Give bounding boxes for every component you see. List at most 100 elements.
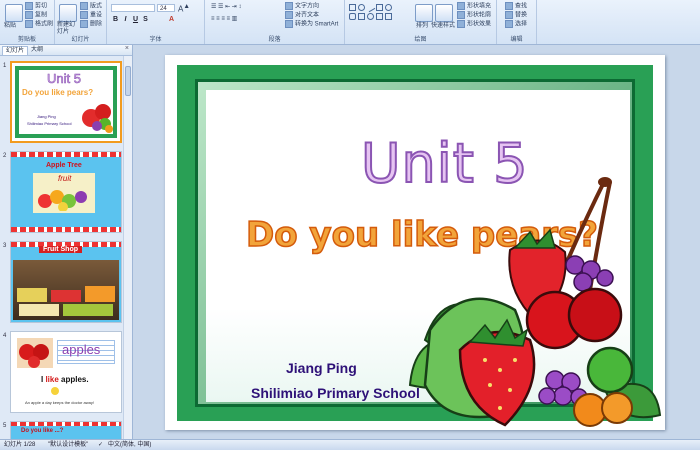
paste-button[interactable]: 粘贴 [4, 22, 16, 30]
layout-button[interactable]: 版式 [80, 2, 102, 11]
thumb-fruit-basket-image: fruit [33, 173, 95, 213]
arrange-button[interactable]: 排列 [416, 22, 428, 30]
cut-button[interactable]: 剪切 [25, 2, 47, 11]
arrow-shape-icon[interactable] [358, 13, 365, 20]
bold-button[interactable]: B [111, 15, 120, 24]
thumb-word: fruit [58, 174, 72, 183]
replace-button[interactable]: 替换 [505, 11, 527, 20]
paragraph-group: ☰ ☰ ⇤ ⇥ ↕ ≡ ≡ ≡ ≡ ▥ 文字方向 对齐文本 转换为 SmartA… [205, 0, 345, 44]
thumb-title: Unit 5 [47, 71, 82, 87]
scissors-icon [25, 2, 33, 10]
quick-styles-icon[interactable] [435, 4, 453, 22]
slide-number: 5 [3, 423, 7, 429]
bullets-button[interactable]: ☰ ☰ ⇤ ⇥ ↕ [211, 3, 241, 11]
thumb-apples-photo [17, 338, 53, 368]
slide-author[interactable]: Jiang Ping [286, 360, 357, 376]
slide-thumbnail-1[interactable]: Unit 5 Do you like pears? Jiang Ping Shi… [10, 61, 122, 143]
select-icon [505, 20, 513, 28]
text-direction-icon [285, 2, 293, 10]
new-slide-icon[interactable] [59, 4, 77, 22]
pane-scrollbar[interactable] [123, 56, 132, 439]
slide-thumbnail-5[interactable]: Do you like ...? [10, 421, 122, 441]
thumb-school: Shilimiao Primary School [27, 121, 72, 126]
font-name-combo[interactable] [111, 4, 155, 12]
rectangle-shape-icon[interactable] [349, 4, 356, 11]
grow-font-button[interactable]: A▲ [178, 3, 190, 14]
drawing-group-label: 绘图 [414, 37, 427, 43]
slide-thumbnail-3[interactable]: Fruit Shop [10, 241, 122, 323]
reset-button[interactable]: 重设 [80, 11, 102, 20]
outline-icon [457, 11, 465, 19]
slide-editing-area: Unit 5 Do you like pears? Jiang Ping Shi… [133, 45, 700, 439]
pane-scrollbar-thumb[interactable] [125, 66, 131, 96]
thumb-frame: Unit 5 Do you like pears? Jiang Ping Shi… [15, 66, 117, 138]
reset-icon [80, 11, 88, 19]
star-shape-icon[interactable] [367, 13, 374, 20]
slide-number: 1 [3, 63, 7, 69]
slide-thumbnail-2[interactable]: Apple Tree fruit [10, 151, 122, 233]
thumb-word: apples [62, 342, 101, 357]
slide-number: 4 [3, 333, 7, 339]
underline-button[interactable]: U [131, 15, 140, 24]
thumb-text: Do you like ...? [21, 428, 64, 434]
tab-outline[interactable]: 大纲 [28, 46, 46, 54]
slide-school[interactable]: Shilimiao Primary School [251, 385, 420, 401]
delete-icon [80, 20, 88, 28]
thumb-fruit-shop-photo [13, 260, 119, 320]
font-color-button[interactable]: A [167, 15, 176, 24]
align-buttons[interactable]: ≡ ≡ ≡ ≡ ▥ [211, 15, 237, 23]
slides-group-label: 幻灯片 [71, 37, 90, 43]
strikethrough-button[interactable]: S [141, 15, 150, 24]
line-shape-icon[interactable] [365, 2, 376, 13]
current-slide[interactable]: Unit 5 Do you like pears? Jiang Ping Shi… [165, 55, 665, 430]
fruit-illustration [408, 177, 662, 427]
thumb-fruit-image [82, 104, 113, 133]
copy-button[interactable]: 复制 [25, 11, 47, 20]
circle-shape-icon[interactable] [385, 4, 392, 11]
italic-button[interactable]: I [121, 15, 130, 24]
rounded-rect-shape-icon[interactable] [349, 13, 356, 20]
thumb-sentence: I like apples. [41, 375, 89, 384]
thumb-author: Jiang Ping [37, 114, 56, 119]
smartart-icon [285, 20, 293, 28]
text-direction-button[interactable]: 文字方向 [285, 2, 319, 11]
clipboard-group-label: 剪贴板 [17, 37, 36, 43]
arrange-icon[interactable] [415, 4, 433, 22]
smiley-icon [51, 387, 59, 395]
fill-icon [457, 2, 465, 10]
shape-outline-button[interactable]: 形状轮廓 [457, 11, 491, 20]
square-shape-icon[interactable] [376, 4, 383, 11]
tab-slides[interactable]: 幻灯片 [2, 46, 29, 55]
editing-group-label: 编辑 [510, 37, 523, 43]
font-group-label: 字体 [149, 37, 162, 43]
copy-icon [25, 11, 33, 19]
thumb-title: Apple Tree [46, 162, 82, 169]
thumb-border-pattern [11, 152, 121, 157]
slide-number: 3 [3, 243, 7, 249]
thumb-title: Fruit Shop [39, 246, 82, 253]
font-group: 24 A▲ B I U S A 字体 [107, 0, 205, 44]
layout-icon [80, 2, 88, 10]
font-size-combo[interactable]: 24 [157, 4, 175, 12]
callout-shape-icon[interactable] [376, 13, 383, 20]
pane-tabs: 幻灯片 大纲 × [0, 45, 132, 56]
search-icon [505, 2, 513, 10]
close-icon[interactable]: × [125, 45, 129, 52]
brace-shape-icon[interactable] [385, 13, 392, 20]
find-button[interactable]: 查找 [505, 2, 527, 11]
oval-shape-icon[interactable] [358, 4, 365, 11]
clipboard-group: 粘贴 剪切 复制 格式刷 剪贴板 [0, 0, 55, 44]
status-bar: 幻灯片 1/28 "默认设计模板" ✓ 中文(简体, 中国) [0, 439, 700, 450]
align-text-button[interactable]: 对齐文本 [285, 11, 319, 20]
select-button[interactable]: 选择 [505, 20, 527, 29]
slides-pane: 幻灯片 大纲 × 1 Unit 5 Do you like pears? Jia… [0, 45, 133, 441]
paste-icon[interactable] [5, 4, 23, 22]
quick-styles-button[interactable]: 快速样式 [431, 22, 455, 30]
format-painter-button[interactable]: 格式刷 [25, 20, 53, 29]
delete-button[interactable]: 删除 [80, 20, 102, 29]
smartart-button[interactable]: 转换为 SmartArt [285, 20, 338, 29]
shape-effects-button[interactable]: 形状效果 [457, 20, 491, 29]
slides-group: 新建幻灯片 版式 重设 删除 幻灯片 [55, 0, 107, 44]
shape-fill-button[interactable]: 形状填充 [457, 2, 491, 11]
slide-thumbnail-4[interactable]: apples I like apples. An apple a day kee… [10, 331, 122, 413]
